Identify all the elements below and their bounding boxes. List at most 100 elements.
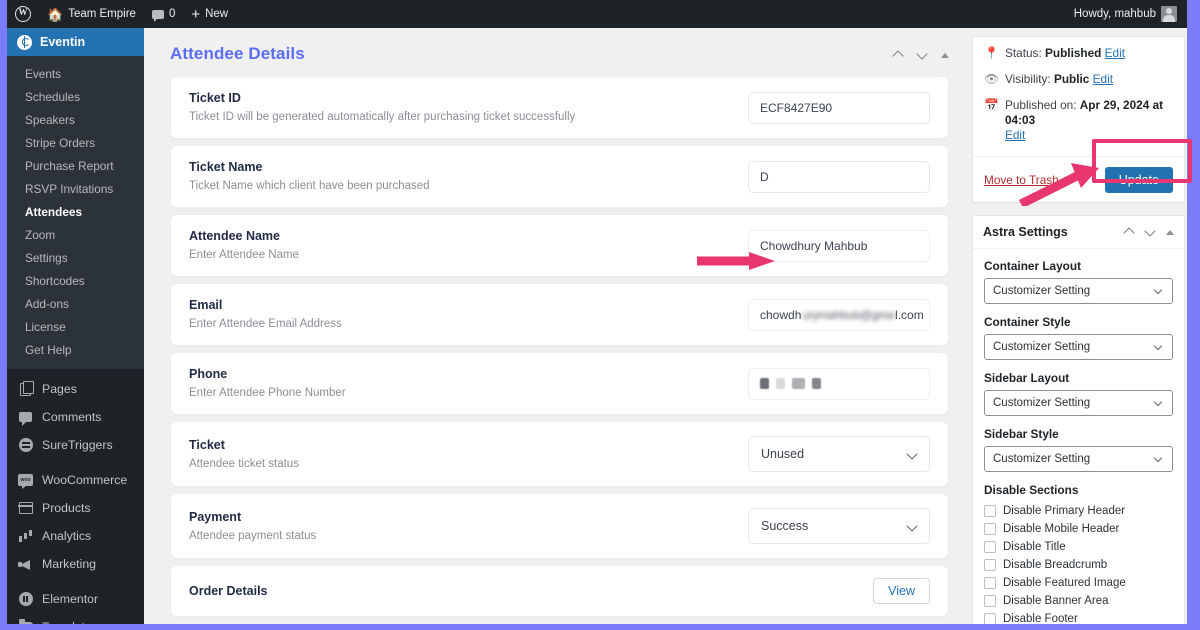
field-label: Ticket Name xyxy=(189,160,263,174)
field-text: Ticket Attendee ticket status xyxy=(189,438,299,471)
checkbox-icon[interactable] xyxy=(984,541,996,553)
status-text: Status: Published Edit xyxy=(1005,46,1125,61)
checkbox-icon[interactable] xyxy=(984,523,996,535)
container-style-value: Customizer Setting xyxy=(993,341,1091,353)
submenu-item-add-ons[interactable]: Add-ons xyxy=(7,292,144,315)
sidebar-item-elementor[interactable]: Elementor xyxy=(7,585,144,613)
sidebar-item-woocommerce[interactable]: WooCommerce xyxy=(7,466,144,494)
checkbox-label: Disable Banner Area xyxy=(1003,595,1109,607)
ticket-name-input[interactable]: D xyxy=(748,160,930,193)
chevron-up-icon[interactable] xyxy=(893,50,904,61)
field-row-order-details: Order Details View xyxy=(170,565,949,617)
field-description: Enter Attendee Phone Number xyxy=(189,387,346,399)
collapse-toggle-icon[interactable] xyxy=(941,53,949,58)
sidebar-item-templates[interactable]: Templates xyxy=(7,613,144,624)
sidebar-item-label: SureTriggers xyxy=(42,437,113,452)
chevron-down-icon[interactable] xyxy=(1145,227,1156,238)
wp-logo-button[interactable] xyxy=(7,0,39,28)
submenu-item-shortcodes[interactable]: Shortcodes xyxy=(7,269,144,292)
field-text: Attendee Name Enter Attendee Name xyxy=(189,229,299,262)
field-control: chowdh urymahbub@gma l.com xyxy=(748,298,930,331)
view-order-button[interactable]: View xyxy=(873,578,930,604)
sidebar-style-label: Sidebar Style xyxy=(984,427,1059,441)
sidebar-item-products[interactable]: Products xyxy=(7,494,144,522)
submenu-item-purchase-report[interactable]: Purchase Report xyxy=(7,154,144,177)
container-layout-select[interactable]: Customizer Setting xyxy=(984,278,1173,304)
field-label: Attendee Name xyxy=(189,229,280,243)
checkbox-icon[interactable] xyxy=(984,559,996,571)
sidebar-item-comments[interactable]: Comments xyxy=(7,403,144,431)
sidebar-item-suretriggers[interactable]: SureTriggers xyxy=(7,431,144,459)
checkbox-row-disable-breadcrumb[interactable]: Disable Breadcrumb xyxy=(984,558,1173,572)
field-row-ticket-status: Ticket Attendee ticket status Unused xyxy=(170,421,949,487)
collapse-toggle-icon[interactable] xyxy=(1166,229,1174,235)
checkbox-icon[interactable] xyxy=(984,577,996,589)
checkbox-label: Disable Primary Header xyxy=(1003,505,1126,517)
checkbox-row-disable-footer[interactable]: Disable Footer xyxy=(984,612,1173,624)
howdy-label: Howdy, mahbub xyxy=(1073,8,1156,20)
submenu-item-events[interactable]: Events xyxy=(7,62,144,85)
home-icon: 🏠 xyxy=(47,6,64,22)
field-row-phone: Phone Enter Attendee Phone Number xyxy=(170,352,949,415)
elementor-icon xyxy=(17,591,34,607)
field-label: Payment xyxy=(189,509,242,524)
visibility-edit-link[interactable]: Edit xyxy=(1093,72,1113,86)
visibility-line: 👁 Visibility: Public Edit xyxy=(984,72,1173,87)
new-content-button[interactable]: + New xyxy=(183,0,236,28)
checkbox-row-disable-banner-area[interactable]: Disable Banner Area xyxy=(984,594,1173,608)
checkbox-icon[interactable] xyxy=(984,613,996,624)
status-edit-link[interactable]: Edit xyxy=(1105,46,1125,60)
submenu-item-license[interactable]: License xyxy=(7,315,144,338)
chevron-down-icon xyxy=(1155,343,1164,352)
submenu-item-zoom[interactable]: Zoom xyxy=(7,223,144,246)
submenu-item-rsvp-invitations[interactable]: RSVP Invitations xyxy=(7,177,144,200)
account-menu[interactable]: Howdy, mahbub xyxy=(1066,0,1187,28)
checkbox-row-disable-primary-header[interactable]: Disable Primary Header xyxy=(984,504,1173,518)
sidebar-item-analytics[interactable]: Analytics xyxy=(7,522,144,550)
site-name-button[interactable]: 🏠 Team Empire xyxy=(39,0,144,28)
container-style-select[interactable]: Customizer Setting xyxy=(984,334,1173,360)
move-to-trash-link[interactable]: Move to Trash xyxy=(984,173,1059,187)
sidebar-layout-select[interactable]: Customizer Setting xyxy=(984,390,1173,416)
submenu-item-get-help[interactable]: Get Help xyxy=(7,338,144,361)
ticket-status-select[interactable]: Unused xyxy=(748,436,930,472)
sidebar-item-eventin[interactable]: Eventin xyxy=(7,28,144,56)
payment-status-select[interactable]: Success xyxy=(748,508,930,544)
submenu-item-stripe-orders[interactable]: Stripe Orders xyxy=(7,131,144,154)
email-input[interactable]: chowdh urymahbub@gma l.com xyxy=(748,298,930,331)
field-label: Ticket ID xyxy=(189,91,241,105)
sidebar-layout-value: Customizer Setting xyxy=(993,397,1091,409)
submenu-item-settings[interactable]: Settings xyxy=(7,246,144,269)
ticket-id-input[interactable]: ECF8427E90 xyxy=(748,91,930,124)
field-text: Payment Attendee payment status xyxy=(189,510,316,543)
checkbox-row-disable-mobile-header[interactable]: Disable Mobile Header xyxy=(984,522,1173,536)
submenu-item-schedules[interactable]: Schedules xyxy=(7,85,144,108)
update-button[interactable]: Update xyxy=(1104,166,1173,193)
field-label: Email xyxy=(189,298,223,312)
sidebar-item-pages[interactable]: Pages xyxy=(7,375,144,403)
comments-bubble-button[interactable]: 0 xyxy=(144,0,183,28)
publish-metabox: 📍 Status: Published Edit 👁 Visibility: P… xyxy=(972,36,1185,203)
submenu-item-speakers[interactable]: Speakers xyxy=(7,108,144,131)
phone-input[interactable] xyxy=(748,367,930,400)
eventin-icon xyxy=(17,34,32,50)
checkbox-icon[interactable] xyxy=(984,595,996,607)
attendee-name-input[interactable]: Chowdhury Mahbub xyxy=(748,229,930,262)
chevron-down-icon xyxy=(1155,455,1164,464)
published-edit-link[interactable]: Edit xyxy=(1005,128,1025,142)
checkbox-icon[interactable] xyxy=(984,505,996,517)
sidebar-style-select[interactable]: Customizer Setting xyxy=(984,446,1173,472)
content-area: Attendee Details Ticket ID Ticket ID wil… xyxy=(144,28,1187,624)
sidebar-item-marketing[interactable]: Marketing xyxy=(7,550,144,578)
avatar xyxy=(1161,6,1177,22)
field-text: Ticket ID Ticket ID will be generated au… xyxy=(189,91,575,124)
chevron-up-icon[interactable] xyxy=(1124,227,1135,238)
checkbox-label: Disable Mobile Header xyxy=(1003,523,1120,535)
submenu-item-attendees[interactable]: Attendees xyxy=(7,200,144,223)
chevron-down-icon[interactable] xyxy=(917,50,928,61)
suretriggers-icon xyxy=(17,437,34,453)
page-title: Attendee Details xyxy=(170,44,305,63)
checkbox-row-disable-featured-image[interactable]: Disable Featured Image xyxy=(984,576,1173,590)
checkbox-row-disable-title[interactable]: Disable Title xyxy=(984,540,1173,554)
field-label: Phone xyxy=(189,367,228,381)
